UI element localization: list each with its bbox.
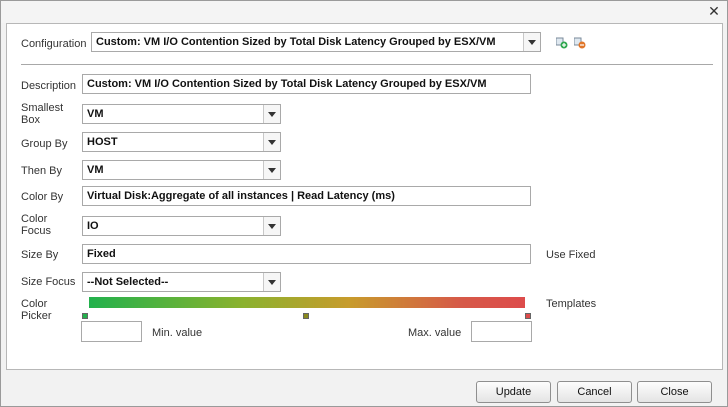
size-focus-label: Size Focus [21,276,76,288]
group-by-select[interactable]: HOST [82,132,281,152]
chevron-down-icon[interactable] [263,273,280,291]
delete-icon[interactable] [574,37,586,49]
smallest-box-select[interactable]: VM [82,104,281,124]
min-value-label: Min. value [152,327,203,339]
config-panel: Configuration Custom: VM I/O Contention … [6,23,723,370]
cancel-button[interactable]: Cancel [557,381,632,403]
close-button[interactable]: Close [637,381,712,403]
templates-label: Templates [546,298,597,310]
then-by-label: Then By [21,165,62,177]
gradient-start-handle[interactable] [82,313,88,319]
chevron-down-icon[interactable] [263,133,280,151]
color-by-input[interactable]: Virtual Disk:Aggregate of all instances … [82,186,531,206]
size-by-input[interactable]: Fixed [82,244,531,264]
configuration-value: Custom: VM I/O Contention Sized by Total… [96,36,496,48]
size-focus-value: --Not Selected-- [87,276,169,288]
gradient-mid-handle[interactable] [303,313,309,319]
add-icon[interactable] [556,37,568,49]
chevron-down-icon[interactable] [263,217,280,235]
smallest-box-label: Smallest Box [21,102,64,126]
min-value-input[interactable] [81,321,142,342]
description-label: Description [21,80,77,92]
gradient-end-handle[interactable] [525,313,531,319]
smallest-box-value: VM [87,108,104,120]
title-bar: ✕ [1,1,727,23]
configuration-label: Configuration [21,38,87,50]
then-by-select[interactable]: VM [82,160,281,180]
size-by-label: Size By [21,249,59,261]
group-by-label: Group By [21,138,68,150]
group-by-value: HOST [87,136,118,148]
then-by-value: VM [87,164,104,176]
color-focus-select[interactable]: IO [82,216,281,236]
size-focus-select[interactable]: --Not Selected-- [82,272,281,292]
chevron-down-icon[interactable] [523,33,540,51]
dialog: ✕ Configuration Custom: VM I/O Contentio… [0,0,728,407]
separator [21,64,713,65]
color-focus-value: IO [87,220,99,232]
max-value-label: Max. value [408,327,462,339]
color-focus-label: Color Focus [21,213,51,237]
color-picker-label: Color Picker [21,298,52,322]
color-by-label: Color By [21,191,64,203]
max-value-input[interactable] [471,321,532,342]
description-input[interactable]: Custom: VM I/O Contention Sized by Total… [82,74,531,94]
chevron-down-icon[interactable] [263,161,280,179]
use-fixed-label: Use Fixed [546,249,596,261]
configuration-select[interactable]: Custom: VM I/O Contention Sized by Total… [91,32,541,52]
update-button[interactable]: Update [476,381,551,403]
color-gradient-bar [89,297,525,308]
close-icon[interactable]: ✕ [707,4,721,18]
chevron-down-icon[interactable] [263,105,280,123]
